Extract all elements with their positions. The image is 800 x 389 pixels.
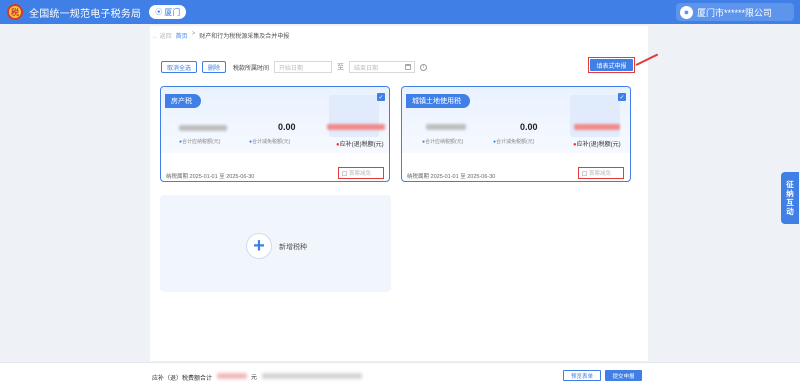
zero-declare-checkbox[interactable]: 首票减免 xyxy=(578,167,624,179)
plus-icon: + xyxy=(246,233,272,259)
end-date-placeholder: 结束日期 xyxy=(354,65,379,72)
back-link[interactable]: ← 返回 xyxy=(152,31,172,40)
user-avatar-icon: ● xyxy=(680,5,693,19)
zero-declare-label: 首票减免 xyxy=(589,171,612,177)
interaction-float-button[interactable]: 征纳互动 xyxy=(781,172,799,224)
user-menu[interactable]: ● 厦门市******限公司 xyxy=(676,3,794,21)
reduction-amount: 0.00 xyxy=(278,122,296,132)
tax-bureau-logo-icon: 税 xyxy=(7,4,23,20)
summary-declare-button[interactable]: 填表式申报 xyxy=(590,59,633,71)
main-panel xyxy=(150,26,648,361)
refund-label: ●应补(退)税额(元) xyxy=(573,142,621,148)
total-unit: 元 xyxy=(251,375,258,381)
tax-name-tag: 城镇土地使用税 xyxy=(406,94,470,108)
breadcrumb-separator: > xyxy=(191,31,196,37)
payable-amount-blurred xyxy=(179,125,227,131)
add-tax-card[interactable]: + 新增税种 xyxy=(160,195,391,292)
calendar-icon xyxy=(405,64,412,70)
tax-card-land-use[interactable]: 城镇土地使用税 ✓ 0.00 ●合计应纳税额(元) ●合计减免税额(元) ●应补… xyxy=(401,86,631,182)
zero-declare-checkbox[interactable]: 首票减免 xyxy=(338,167,384,179)
toolbar: 取消全选 删除 税款所属时间 开始日期 至 结束日期 i xyxy=(161,61,428,73)
zero-declare-label: 首票减免 xyxy=(349,171,372,177)
payable-label: ●合计应纳税额(元) xyxy=(179,139,221,145)
summary-declare-highlight: 填表式申报 xyxy=(588,57,635,73)
card-checkbox[interactable]: ✓ xyxy=(618,93,626,101)
total-label: 应补（退）税费额合计 xyxy=(152,376,213,382)
site-title: 全国统一规范电子税务局 xyxy=(29,8,142,20)
preview-form-button[interactable]: 预览表单 xyxy=(563,370,601,381)
period-label: 税款所属时间 xyxy=(233,65,270,72)
tax-name-tag: 房产税 xyxy=(165,94,201,108)
refund-amount-blurred xyxy=(327,124,385,130)
footer-bar xyxy=(0,362,800,389)
start-date-input[interactable]: 开始日期 xyxy=(274,61,333,73)
city-label: 厦门 xyxy=(164,7,181,17)
user-name: 厦门市******限公司 xyxy=(697,7,773,18)
card-decoration-icon xyxy=(329,95,379,137)
card-decoration-icon xyxy=(570,95,620,137)
info-icon[interactable]: i xyxy=(420,63,428,71)
payable-label: ●合计应纳税额(元) xyxy=(422,139,464,145)
payable-amount-blurred xyxy=(426,124,466,130)
top-bar: 税 全国统一规范电子税务局 ⦿ 厦门 ● 厦门市******限公司 xyxy=(0,0,800,24)
breadcrumb: ← 返回 首页 > 财产和行为税税源采集及合并申报 xyxy=(152,31,289,40)
reduction-label: ●合计减免税额(元) xyxy=(249,139,291,145)
city-selector[interactable]: ⦿ 厦门 xyxy=(149,5,187,19)
end-date-input[interactable]: 结束日期 xyxy=(349,61,416,73)
tax-period: 纳税属期 2025-01-01 至 2025-06-30 xyxy=(407,174,496,180)
reduction-amount: 0.00 xyxy=(520,122,538,132)
delete-button[interactable]: 删除 xyxy=(202,61,227,73)
refund-amount-blurred xyxy=(574,124,620,130)
tax-card-property[interactable]: 房产税 ✓ 0.00 ●合计应纳税额(元) ●合计减免税额(元) ●应补(退)税… xyxy=(160,86,390,182)
submit-declaration-button[interactable]: 提交申报 xyxy=(605,370,642,381)
card-checkbox[interactable]: ✓ xyxy=(377,93,385,101)
add-tax-label: 新增税种 xyxy=(279,244,307,251)
zero-declare-box xyxy=(582,170,587,176)
refund-label: ●应补(退)税额(元) xyxy=(336,142,384,148)
breadcrumb-home[interactable]: 首页 xyxy=(176,31,188,40)
breadcrumb-current: 财产和行为税税源采集及合并申报 xyxy=(199,34,290,40)
tax-period: 纳税属期 2025-01-01 至 2025-06-30 xyxy=(166,174,255,180)
zero-declare-box xyxy=(342,170,347,176)
deselect-all-button[interactable]: 取消全选 xyxy=(161,61,198,73)
range-separator: 至 xyxy=(337,64,345,71)
total-detail-blurred xyxy=(262,373,362,379)
total-amount-blurred xyxy=(217,373,247,379)
reduction-label: ●合计减免税额(元) xyxy=(493,139,535,145)
location-pin-icon: ⦿ xyxy=(155,9,163,16)
